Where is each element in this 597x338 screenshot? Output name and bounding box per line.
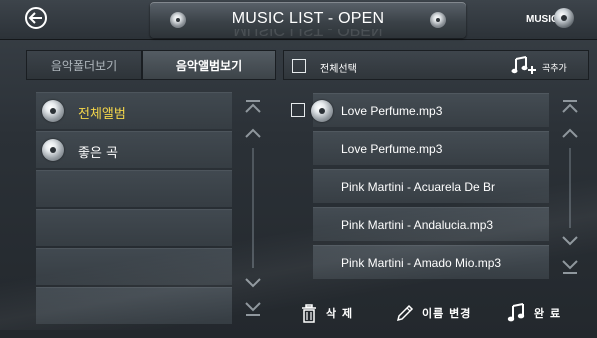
song-item[interactable]: Love Perfume.mp3 [311,93,549,127]
title-plate: MUSIC LIST - OPEN MUSIC LIST - OPEN [150,2,466,38]
album-list: 전체앨범 좋은 곡 [36,92,232,326]
album-item-favorites[interactable]: 좋은 곡 [36,131,232,168]
scroll-bottom-button[interactable] [557,256,583,278]
top-bar: MUSIC LIST - OPEN MUSIC LIST - OPEN MUSI… [0,0,597,40]
scroll-down-button[interactable] [240,272,266,294]
disc-icon [311,100,333,122]
song-item[interactable]: Pink Martini - Amado Mio.mp3 [313,245,549,279]
add-song-label: 곡추가 [542,64,567,74]
tab-folder-view[interactable]: 음악폴더보기 [26,50,142,80]
disc-icon [554,8,574,28]
scroll-bottom-button[interactable] [240,298,266,320]
song-label: Pink Martini - Acuarela De Br [341,180,496,194]
album-item-empty [36,248,232,285]
scroll-down-button[interactable] [557,230,583,252]
scroll-top-button[interactable] [557,96,583,118]
view-tabs: 음악폴더보기 음악앨범보기 [26,50,276,80]
chevron-up-icon [245,128,261,138]
scroll-track[interactable] [252,148,254,268]
action-bar: 삭 제 이름 변경 완 료 [292,296,589,330]
done-button[interactable]: 완 료 [506,296,561,330]
trash-icon [302,304,316,323]
back-button[interactable] [22,4,50,32]
scroll-track[interactable] [569,148,571,228]
music-add-icon [511,56,536,74]
delete-button[interactable]: 삭 제 [300,296,353,330]
music-list-screen: MUSIC LIST - OPEN MUSIC LIST - OPEN MUSI… [0,0,597,338]
song-label: Love Perfume.mp3 [341,142,443,156]
song-label: Pink Martini - Amado Mio.mp3 [341,256,502,270]
album-item-all[interactable]: 전체앨범 [36,92,232,129]
disc-icon [430,12,446,28]
song-label: Pink Martini - Andalucia.mp3 [341,218,494,232]
album-item-empty [36,209,232,246]
disc-icon [42,139,64,161]
music-logo: MUSIC [526,8,582,32]
pencil-icon [396,304,414,322]
album-item-empty [36,170,232,207]
back-arrow-icon [25,7,47,29]
scroll-up-button[interactable] [240,122,266,144]
delete-label: 삭 제 [326,307,354,320]
select-all-checkbox[interactable] [292,59,306,73]
song-scrollbar [557,96,583,282]
song-label: Love Perfume.mp3 [341,104,443,118]
tab-album-view[interactable]: 음악앨범보기 [142,50,276,80]
song-checkbox[interactable] [291,103,305,117]
album-item-label: 전체앨범 [78,107,126,122]
album-item-empty [36,287,232,324]
add-song-button[interactable]: 곡추가 [510,55,586,77]
album-scrollbar [240,96,266,324]
disc-icon [42,100,64,122]
page-title-reflection: MUSIC LIST - OPEN [233,29,383,38]
chevron-down-icon [245,278,261,288]
album-panel: 음악폴더보기 음악앨범보기 전체앨범 좋은 곡 [26,50,276,328]
scroll-top-icon [245,100,261,113]
song-list: Love Perfume.mp3 Love Perfume.mp3 Pink M… [311,93,549,283]
song-panel: 전체선택 곡추가 Love Perfume.mp3 Love Perfume.m… [283,50,589,328]
chevron-up-icon [562,128,578,138]
rename-button[interactable]: 이름 변경 [394,296,471,330]
chevron-down-icon [562,236,578,246]
scroll-up-button[interactable] [557,122,583,144]
page-title: MUSIC LIST - OPEN [231,10,385,27]
song-item[interactable]: Love Perfume.mp3 [313,131,549,165]
scroll-top-icon [562,100,578,113]
done-label: 완 료 [534,307,562,320]
scroll-top-button[interactable] [240,96,266,118]
song-item[interactable]: Pink Martini - Acuarela De Br [313,169,549,203]
album-item-label: 좋은 곡 [78,146,119,161]
scroll-bottom-icon [245,302,261,316]
song-item[interactable]: Pink Martini - Andalucia.mp3 [313,207,549,241]
select-all-row: 전체선택 곡추가 [283,50,589,80]
rename-label: 이름 변경 [422,307,472,320]
select-all-label: 전체선택 [320,64,357,75]
music-note-icon [507,303,525,322]
scroll-bottom-icon [562,260,578,274]
